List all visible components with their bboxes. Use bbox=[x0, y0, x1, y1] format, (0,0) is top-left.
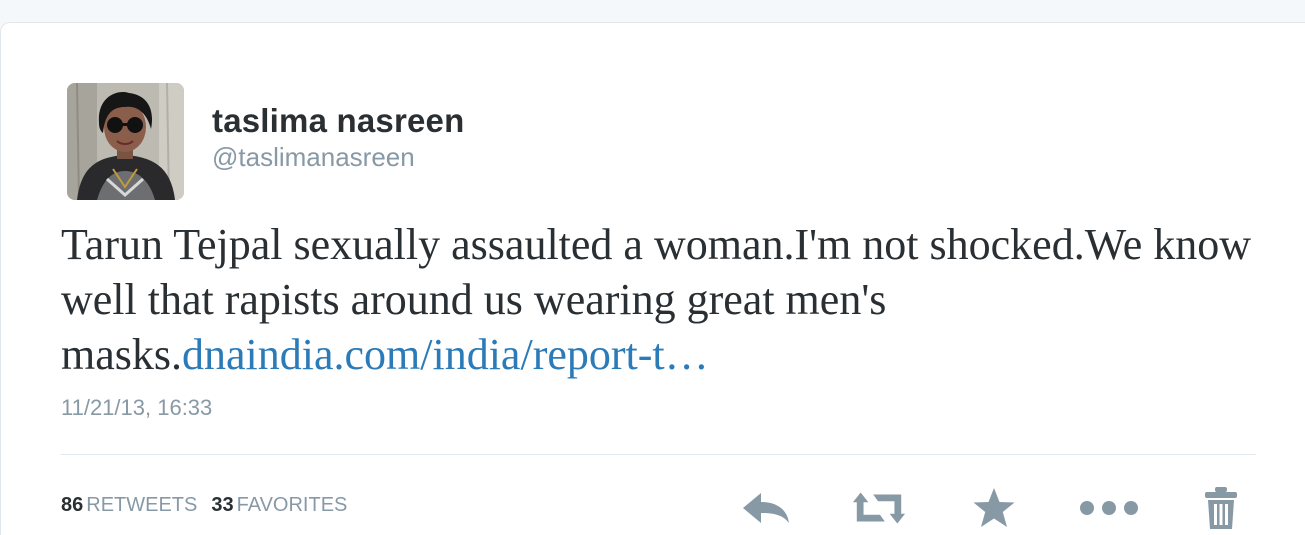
favorites-stat[interactable]: 33 FAVORITES bbox=[211, 494, 347, 516]
display-name[interactable]: taslima nasreen bbox=[212, 101, 464, 141]
tweet-timestamp[interactable]: 11/21/13, 16:33 bbox=[61, 393, 212, 423]
retweet-icon bbox=[852, 492, 906, 524]
favorites-count: 33 bbox=[211, 494, 234, 516]
retweets-label: RETWEETS bbox=[86, 494, 198, 516]
more-options-button[interactable] bbox=[1079, 485, 1139, 531]
divider bbox=[61, 454, 1256, 455]
delete-trash-icon bbox=[1205, 487, 1237, 529]
avatar-photo-icon bbox=[67, 83, 184, 200]
tweet-stats: 86 RETWEETS 33 FAVORITES bbox=[61, 490, 347, 520]
retweets-count: 86 bbox=[61, 494, 84, 516]
retweet-button[interactable] bbox=[851, 485, 907, 531]
favorite-star-icon bbox=[973, 488, 1015, 527]
tweet-link[interactable]: dnaindia.com/india/report-t… bbox=[182, 330, 709, 379]
avatar[interactable] bbox=[67, 83, 184, 200]
tweet-card: taslima nasreen @taslimanasreen Tarun Te… bbox=[0, 22, 1305, 535]
retweets-stat[interactable]: 86 RETWEETS bbox=[61, 494, 197, 516]
favorite-button[interactable] bbox=[966, 485, 1022, 531]
reply-button[interactable] bbox=[738, 485, 794, 531]
reply-icon bbox=[743, 493, 789, 523]
tweet-text: Tarun Tejpal sexually assaulted a woman.… bbox=[61, 217, 1291, 382]
user-handle[interactable]: @taslimanasreen bbox=[212, 140, 415, 174]
favorites-label: FAVORITES bbox=[236, 494, 348, 516]
more-options-icon bbox=[1080, 501, 1138, 515]
delete-button[interactable] bbox=[1193, 485, 1249, 531]
